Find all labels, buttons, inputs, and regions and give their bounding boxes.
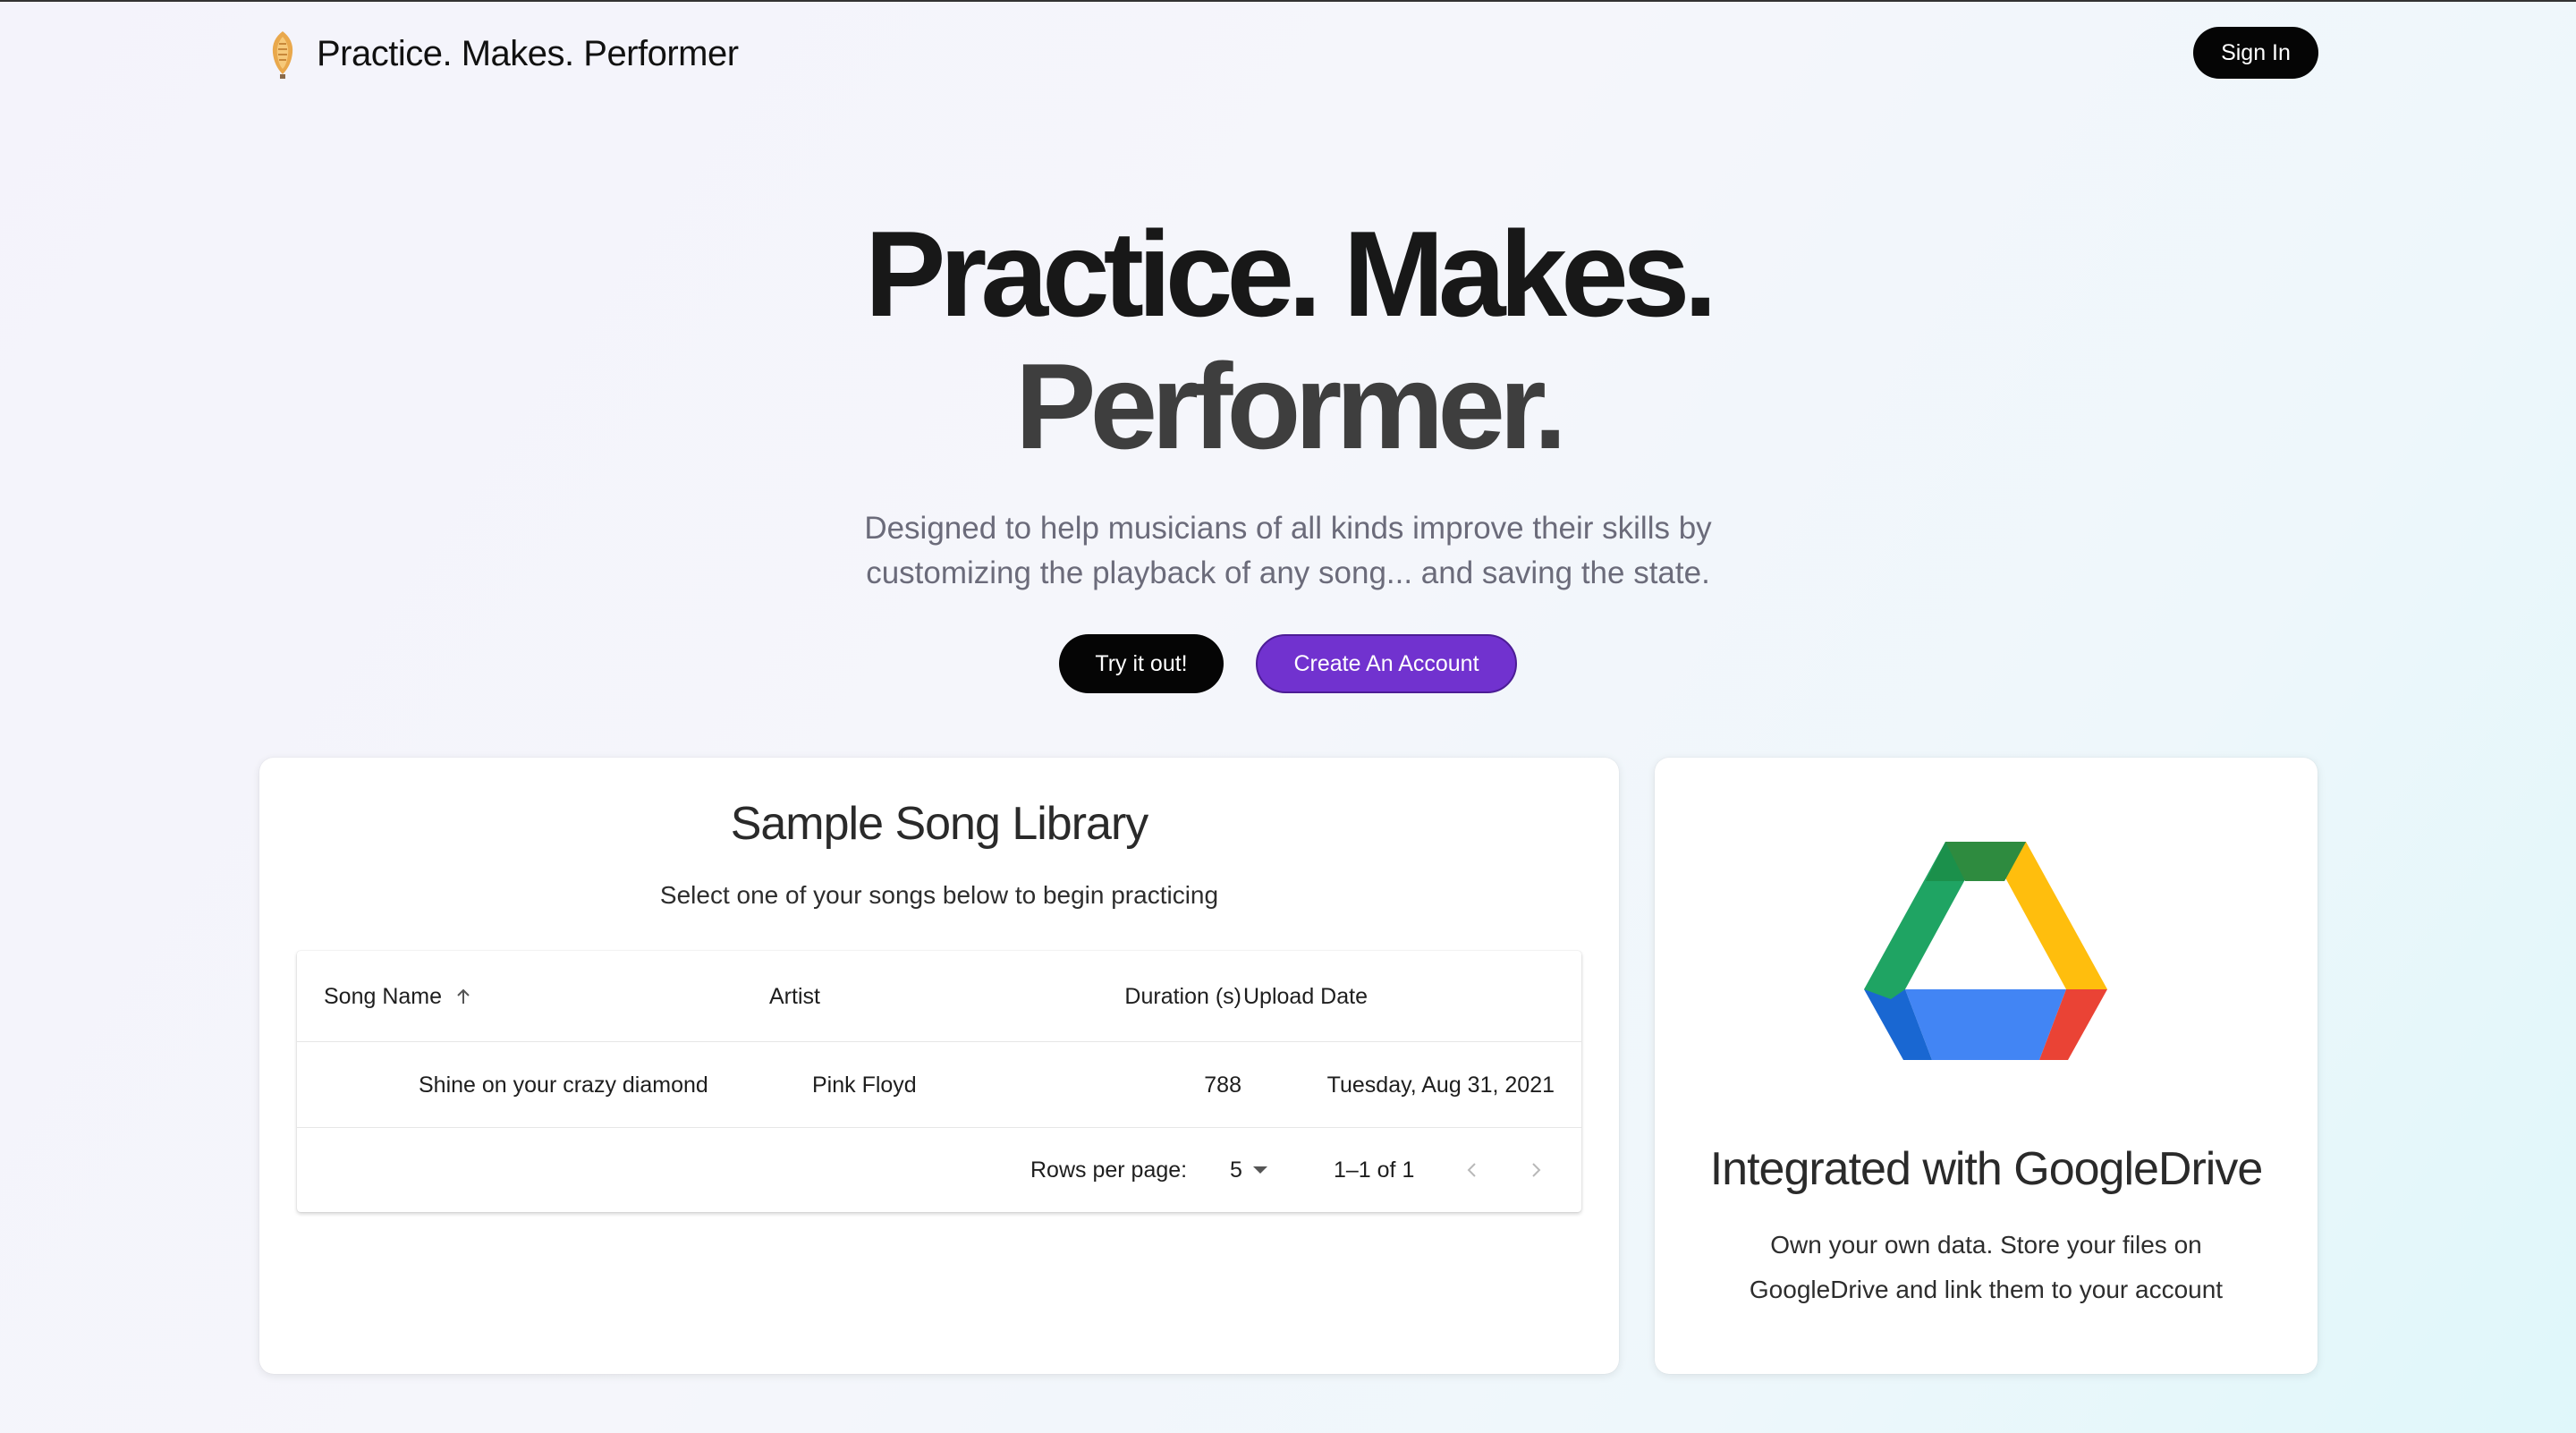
- google-drive-icon: [1864, 842, 2107, 1060]
- sign-in-button[interactable]: Sign In: [2193, 27, 2318, 79]
- window-top-border: [0, 0, 2576, 2]
- hero-title-line-1: Practice. Makes.: [864, 206, 1717, 342]
- hero-title-line-2: Performer.: [1014, 338, 1567, 474]
- pagination-range: 1–1 of 1: [1334, 1157, 1415, 1183]
- library-subtitle: Select one of your songs below to begin …: [659, 881, 1219, 909]
- rows-per-page-label: Rows per page:: [1030, 1157, 1188, 1183]
- guitar-pick-logo-icon: [272, 31, 293, 79]
- rows-per-page-select[interactable]: 5: [1230, 1128, 1267, 1212]
- brand-name: Practice. Makes. Performer: [317, 33, 739, 73]
- song-table: Song Name Artist Duration (s) Upload Dat…: [297, 951, 1581, 1212]
- hero-subtitle: Designed to help musicians of all kinds …: [864, 511, 1712, 590]
- google-drive-card: Integrated with GoogleDrive Own your own…: [1655, 758, 2318, 1374]
- library-title: Sample Song Library: [730, 798, 1149, 850]
- sort-ascending-arrow-icon[interactable]: [453, 986, 474, 1007]
- table-row[interactable]: Shine on your crazy diamond Pink Floyd 7…: [297, 1042, 1581, 1128]
- table-pagination: Rows per page: 5 1–1 of 1: [297, 1128, 1581, 1212]
- column-header-artist[interactable]: Artist: [769, 951, 820, 1042]
- rows-per-page-value: 5: [1230, 1157, 1242, 1183]
- previous-page-button[interactable]: [1454, 1152, 1490, 1188]
- column-header-song-name[interactable]: Song Name: [324, 951, 474, 1042]
- chevron-right-icon: [1532, 1163, 1541, 1177]
- cell-song-name: Shine on your crazy diamond: [419, 1072, 708, 1098]
- column-header-label: Song Name: [324, 983, 443, 1009]
- hero-title: Practice. Makes. Performer.: [0, 208, 2576, 472]
- table-header: Song Name Artist Duration (s) Upload Dat…: [297, 951, 1581, 1042]
- dropdown-caret-icon: [1252, 1166, 1267, 1174]
- try-it-out-button[interactable]: Try it out!: [1059, 634, 1224, 693]
- brand[interactable]: Practice. Makes. Performer: [265, 27, 739, 81]
- cell-artist: Pink Floyd: [812, 1072, 917, 1098]
- cell-upload-date: Tuesday, Aug 31, 2021: [1326, 1072, 1555, 1098]
- create-account-button[interactable]: Create An Account: [1256, 634, 1517, 693]
- cell-duration: 788: [1204, 1072, 1241, 1098]
- chevron-left-icon: [1467, 1163, 1476, 1177]
- column-header-upload-date[interactable]: Upload Date: [1243, 951, 1368, 1042]
- drive-title: Integrated with GoogleDrive: [1709, 1143, 2264, 1195]
- next-page-button[interactable]: [1518, 1152, 1554, 1188]
- song-library-card: Sample Song Library Select one of your s…: [259, 758, 1619, 1374]
- drive-subtitle: Own your own data. Store your files on G…: [1749, 1231, 2224, 1303]
- column-header-duration[interactable]: Duration (s): [1045, 951, 1241, 1042]
